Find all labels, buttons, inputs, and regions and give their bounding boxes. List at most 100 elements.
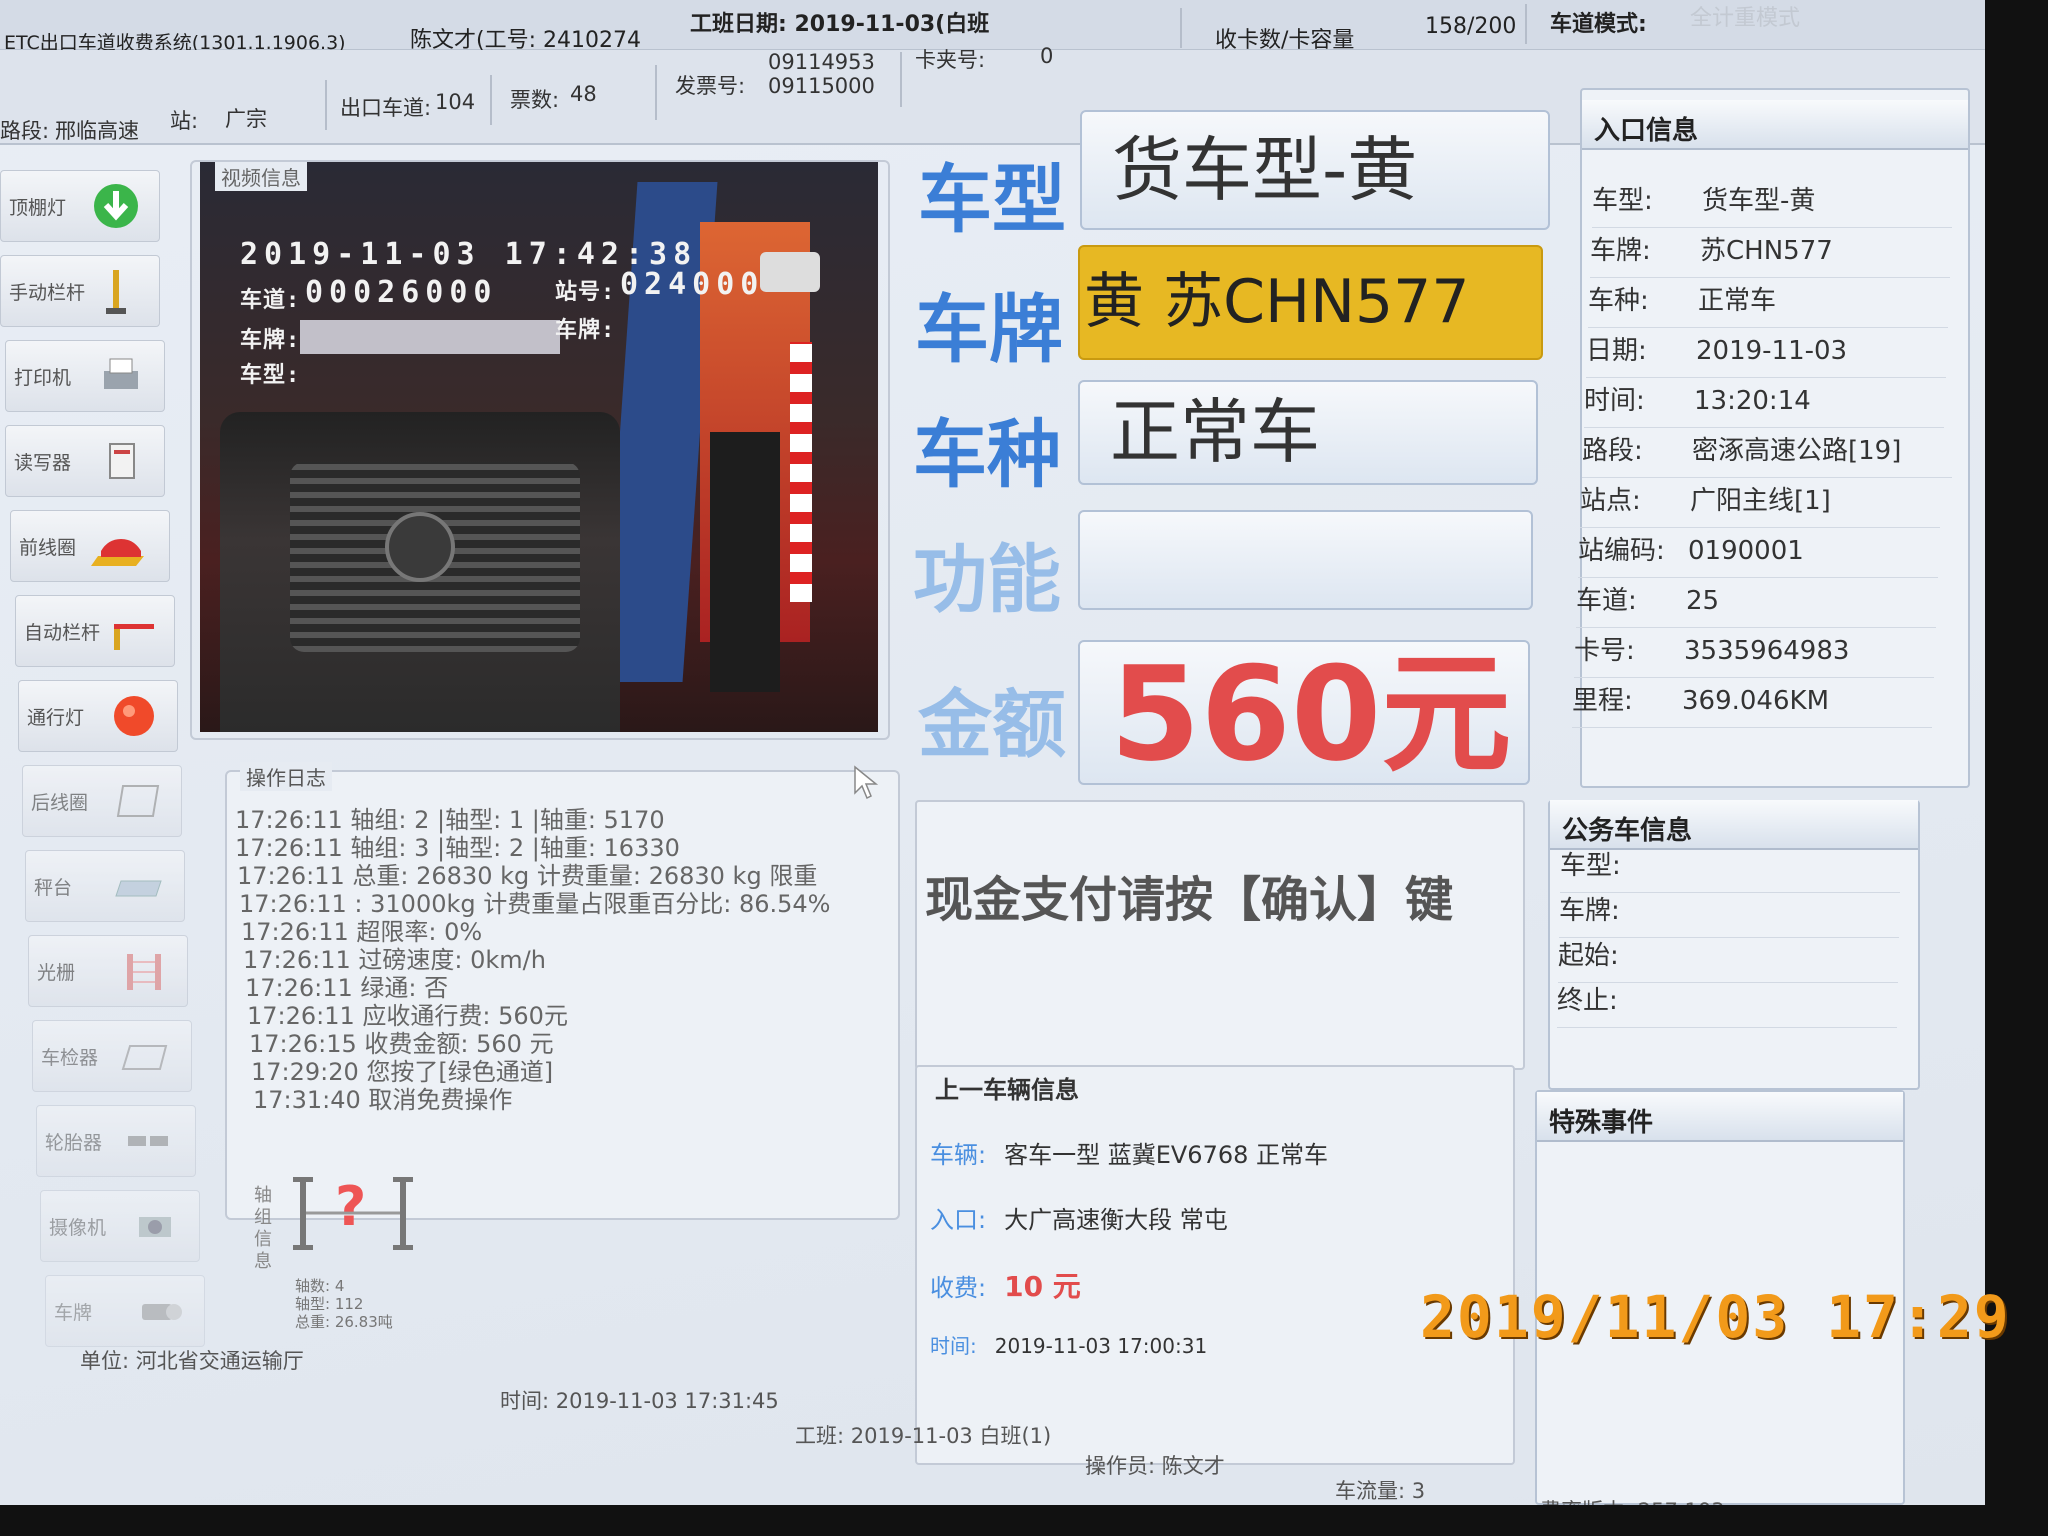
- entry-row-station-code: 站编码: 0190001: [1578, 530, 1938, 578]
- rear-loop-button[interactable]: 后线圈: [22, 765, 182, 837]
- card-box-value: 0: [1040, 44, 1054, 68]
- card-reader-icon: [109, 443, 135, 479]
- entry-row-card: 卡号: 3535964983: [1574, 630, 1934, 678]
- toll-system-screen: ETC出口车道收费系统(1301.1.1906.3) 陈文才(工号: 24102…: [0, 0, 1985, 1505]
- station-label: 站:: [170, 109, 199, 133]
- axle-unknown-symbol: ?: [335, 1175, 367, 1238]
- entry-row-section: 路段: 密涿高速公路[19]: [1582, 430, 1952, 478]
- scale-platform-icon: [115, 880, 162, 897]
- vehicle-type-label: 车型: [918, 157, 1066, 243]
- axle-info-panel: 轴 组 信 息 ? 轴数: 4 轴型: 112 总重: 26.83吨: [240, 1165, 890, 1331]
- red-light-icon: [114, 696, 154, 736]
- footer-operator: 操作员: 陈文才: [1085, 1454, 1225, 1478]
- osd-station-value: 024000: [620, 267, 765, 302]
- official-row-end: 终止:: [1557, 980, 1897, 1028]
- vehicle-detector-icon: [121, 1045, 168, 1070]
- canopy-light-button[interactable]: 顶棚灯: [0, 170, 160, 242]
- footer-traffic: 车流量: 3: [1335, 1479, 1426, 1503]
- amount-value: 560元: [1110, 638, 1512, 790]
- vehicle-type-value: 货车型-黄: [1112, 129, 1418, 211]
- auto-barrier-button[interactable]: 自动栏杆: [15, 595, 175, 667]
- previous-vehicle-title: 上一车辆信息: [935, 1076, 1079, 1104]
- invoice-label: 发票号:: [675, 74, 746, 98]
- axle-info-side-label: 轴 组 信 息: [254, 1185, 272, 1272]
- barrier-post-icon: [106, 270, 126, 314]
- pass-light-button[interactable]: 通行灯: [18, 680, 178, 752]
- separator: [325, 80, 327, 130]
- camera-button[interactable]: 摄像机: [40, 1190, 200, 1262]
- entry-info-title: 入口信息: [1582, 100, 1968, 150]
- function-label: 功能: [913, 537, 1061, 623]
- footer-shift: 工班: 2019-11-03 白班(1): [795, 1424, 1052, 1448]
- section-value: 邢临高速: [55, 119, 139, 143]
- camera-timestamp: 2019/11/03 17:29: [1420, 1283, 2011, 1351]
- exit-lane-label: 出口车道:: [340, 96, 432, 120]
- invoice-end: 09115000: [768, 74, 875, 98]
- plate-recognizer-button[interactable]: 车牌: [45, 1275, 205, 1347]
- front-loop-button[interactable]: 前线圈: [10, 510, 170, 582]
- osd-plate-blank: [300, 320, 560, 354]
- payment-prompt-text: 现金支付请按【确认】键: [925, 872, 1454, 928]
- tire-detector-icon: [128, 1136, 168, 1146]
- booth-camera: [760, 252, 820, 292]
- amount-label: 金额: [918, 682, 1066, 768]
- separator: [490, 75, 492, 125]
- lane-mode-value: 全计重模式: [1690, 6, 1801, 31]
- vehicle-class-label: 车种: [913, 412, 1061, 498]
- plate-label: 车牌: [915, 287, 1063, 373]
- card-reader-button[interactable]: 读写器: [5, 425, 165, 497]
- previous-entry-row: 入口: 大广高速衡大段 常屯: [930, 1206, 1228, 1234]
- previous-vehicle-row: 车辆: 客车一型 蓝冀EV6768 正常车: [930, 1141, 1329, 1169]
- vehicle-class-box: 正常车: [1078, 380, 1538, 485]
- camera-icon: [139, 1217, 171, 1237]
- payment-prompt-panel: [915, 800, 1525, 1070]
- entry-row-class: 车种: 正常车: [1588, 280, 1948, 328]
- manual-barrier-button[interactable]: 手动栏杆: [0, 255, 160, 327]
- osd-plate-label-2: 车牌:: [555, 318, 616, 343]
- separator: [1525, 4, 1527, 44]
- printer-icon: [104, 358, 138, 389]
- light-curtain-button[interactable]: 光栅: [28, 935, 188, 1007]
- tire-detector-button[interactable]: 轮胎器: [36, 1105, 196, 1177]
- barrier-arm: [790, 342, 812, 602]
- vehicle-type-box: 货车型-黄: [1080, 110, 1550, 230]
- entry-row-time: 时间: 13:20:14: [1584, 380, 1944, 428]
- green-arrow-down-icon: [94, 184, 138, 228]
- toll-booth-post: [710, 432, 780, 692]
- osd-lane-label: 车道:: [240, 288, 301, 313]
- scale-button[interactable]: 秤台: [25, 850, 185, 922]
- exit-lane-value: 104: [435, 90, 476, 114]
- separator: [1180, 8, 1182, 48]
- section-label: 路段:: [0, 119, 50, 143]
- printer-button[interactable]: 打印机: [5, 340, 165, 412]
- auto-barrier-icon: [114, 624, 154, 650]
- entry-row-plate: 车牌: 苏CHN577: [1590, 230, 1950, 278]
- card-count-value: 158/200: [1425, 14, 1517, 39]
- plate-value: 黄 苏CHN577: [1084, 267, 1470, 337]
- separator: [655, 65, 657, 120]
- truck-badge: [385, 512, 455, 582]
- entry-row-mileage: 里程: 369.046KM: [1572, 680, 1932, 728]
- shift-date: 工班日期: 2019-11-03(白班: [690, 12, 990, 37]
- station-value: 广宗: [225, 107, 267, 131]
- loop-icon: [116, 785, 160, 817]
- ticket-label: 票数:: [510, 88, 560, 112]
- light-curtain-icon: [127, 954, 161, 990]
- osd-station-label: 站号:: [555, 280, 616, 305]
- header-bar: ETC出口车道收费系统(1301.1.1906.3) 陈文才(工号: 24102…: [0, 0, 1985, 54]
- footer-org: 单位: 河北省交通运输厅: [80, 1349, 304, 1373]
- lane-mode-label: 车道模式:: [1550, 12, 1647, 37]
- device-toolbar: 顶棚灯 手动栏杆 打印机 读写器 前线圈 自动栏杆 通行灯 后线圈 秤台 光栅 …: [0, 160, 205, 1347]
- axle-total-weight: 总重: 26.83吨: [295, 1313, 393, 1331]
- osd-model-label: 车型:: [240, 363, 301, 388]
- entry-row-station: 站点: 广阳主线[1]: [1580, 480, 1940, 528]
- footer-rate-version: 费率版本: 257 103: [1540, 1495, 1725, 1505]
- mouse-cursor-icon: [854, 765, 879, 800]
- official-row-start: 起始:: [1558, 935, 1898, 983]
- official-vehicle-title: 公务车信息: [1550, 800, 1918, 850]
- log-line: 17:31:40 取消免费操作: [253, 1086, 513, 1114]
- osd-plate-label: 车牌:: [240, 328, 301, 353]
- previous-time-row: 时间: 2019-11-03 17:00:31: [930, 1334, 1208, 1358]
- vehicle-detector-button[interactable]: 车检器: [32, 1020, 192, 1092]
- special-events-title: 特殊事件: [1537, 1092, 1903, 1142]
